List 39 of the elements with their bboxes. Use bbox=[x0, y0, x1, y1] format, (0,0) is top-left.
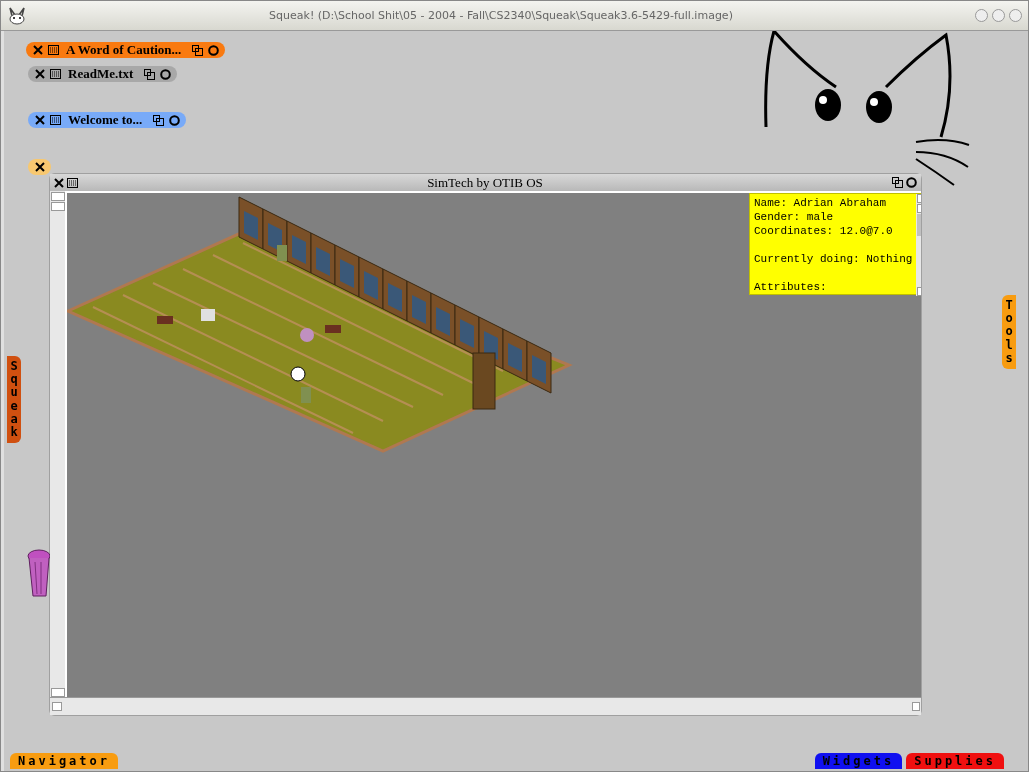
close-icon[interactable] bbox=[35, 115, 45, 125]
rabbit-logo-icon bbox=[7, 6, 27, 25]
collapsed-window[interactable]: ReadMe.txt bbox=[28, 66, 178, 82]
vertical-scrollbar[interactable] bbox=[50, 191, 67, 697]
menu-icon[interactable] bbox=[48, 45, 59, 55]
horizontal-scrollbar[interactable] bbox=[50, 697, 921, 715]
info-line: Currently doing: Nothing bbox=[754, 252, 913, 266]
flap-tab[interactable]: Tools bbox=[1002, 295, 1016, 369]
collapsed-window[interactable] bbox=[28, 159, 51, 175]
collapse-icon[interactable] bbox=[153, 114, 165, 126]
flap-tab[interactable]: Squeak bbox=[7, 356, 21, 444]
info-line: Gender: male bbox=[754, 210, 835, 224]
window-title: A Word of Caution... bbox=[66, 42, 182, 58]
menu-icon[interactable] bbox=[50, 69, 61, 79]
info-line: Attributes: bbox=[754, 280, 828, 294]
close-icon[interactable] bbox=[35, 162, 45, 172]
info-line: Name: Adrian Abraham bbox=[754, 196, 888, 210]
menu-icon[interactable] bbox=[67, 177, 78, 188]
trash-can-icon bbox=[24, 548, 50, 598]
expand-icon[interactable] bbox=[169, 114, 181, 126]
collapse-icon[interactable] bbox=[892, 177, 903, 188]
expand-icon[interactable] bbox=[160, 68, 172, 80]
collapse-icon[interactable] bbox=[144, 68, 156, 80]
info-line: Coordinates: 12.0@7.0 bbox=[754, 224, 894, 238]
menu-icon[interactable] bbox=[50, 115, 61, 125]
close-icon[interactable] bbox=[35, 69, 45, 79]
collapse-icon[interactable] bbox=[192, 44, 204, 56]
window-title: Welcome to... bbox=[68, 112, 143, 128]
collapsed-window[interactable]: A Word of Caution... bbox=[26, 42, 226, 58]
expand-icon[interactable] bbox=[906, 177, 917, 188]
expand-icon[interactable] bbox=[208, 44, 220, 56]
window-title: Squeak! (D:\School Shit\05 - 2004 - Fall\CS2340\Squeak\Squeak3.6-5429-full.image) bbox=[268, 9, 734, 22]
close-icon[interactable] bbox=[54, 177, 64, 188]
window-title: SimTech by OTIB OS bbox=[426, 174, 544, 191]
flap-tab[interactable]: Navigator bbox=[10, 753, 119, 769]
window-title: ReadMe.txt bbox=[68, 66, 134, 82]
close-icon[interactable] bbox=[33, 45, 43, 55]
collapsed-window[interactable]: Welcome to... bbox=[28, 112, 187, 128]
flap-tab[interactable]: Supplies bbox=[906, 753, 1004, 769]
